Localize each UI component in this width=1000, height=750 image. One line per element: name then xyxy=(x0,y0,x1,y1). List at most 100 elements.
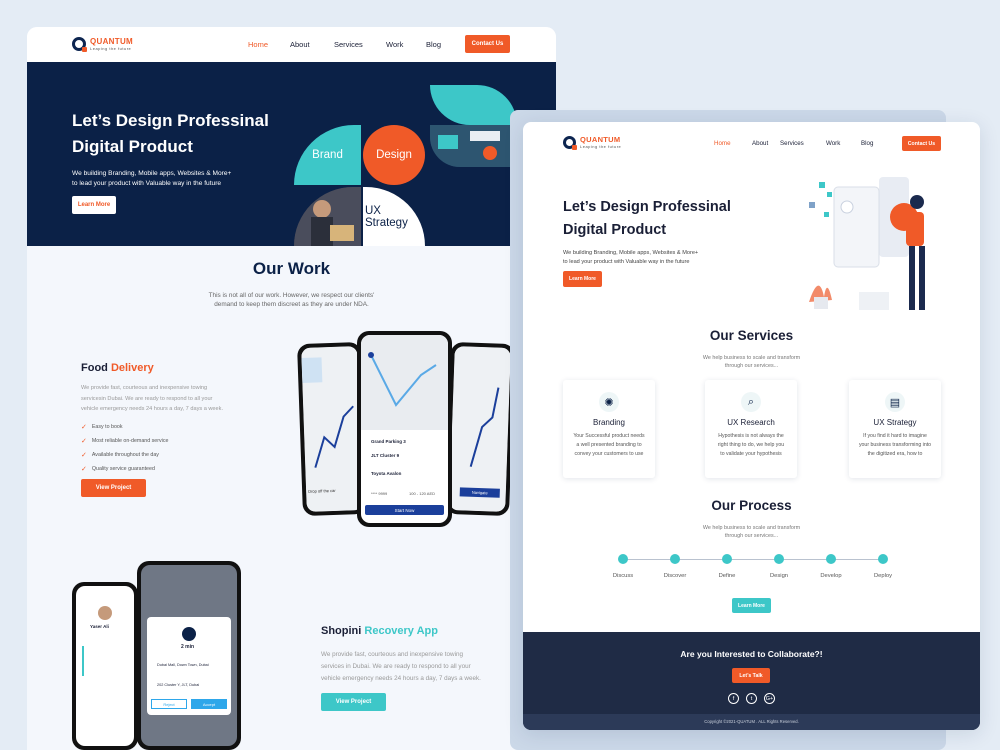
service-title: UX Strategy xyxy=(873,418,917,427)
contact-us-button[interactable]: Contact Us xyxy=(465,35,510,53)
check-icon: ✓ xyxy=(81,452,87,459)
menu-indicator xyxy=(82,646,86,676)
feature-label: Available throughout the day xyxy=(91,452,159,458)
process-step-label: Discover xyxy=(663,573,687,579)
hero-title-line: Digital Product xyxy=(563,222,667,238)
hero-title-line: Let’s Design Professinal xyxy=(563,199,731,215)
hero-title: Let’s Design Professinal Digital Product xyxy=(72,108,269,160)
tile-ux-strategy: UX Strategy xyxy=(363,187,425,246)
nav-home[interactable]: Home xyxy=(714,140,752,147)
feature-item: ✓ Easy to book xyxy=(81,423,168,431)
hero-description: We building Branding, Mobile apps, Websi… xyxy=(72,169,231,189)
process-step-label: Design xyxy=(769,573,789,579)
main-nav: Home About Services Work Blog xyxy=(248,40,461,49)
logo-mark-icon xyxy=(72,37,87,52)
service-description: If you find it hard to imagine your busin… xyxy=(849,432,941,459)
process-step-dot xyxy=(618,554,628,564)
landing-page-mockup-left: QUANTUM Leaping the future Home About Se… xyxy=(27,27,556,750)
nav-work[interactable]: Work xyxy=(386,40,426,49)
learn-more-button[interactable]: Learn More xyxy=(563,271,602,287)
brand-name: QUANTUM xyxy=(90,36,133,46)
food-delivery-features: ✓ Easy to book ✓ Most reliable on-demand s… xyxy=(81,423,168,479)
accept-button[interactable]: Accept xyxy=(191,699,227,709)
project-title-accent: Delivery xyxy=(110,362,154,374)
search-icon: ⌕ xyxy=(741,392,761,412)
truck-icon xyxy=(182,627,196,641)
hero-title-line: Digital Product xyxy=(72,137,193,156)
nav-blog[interactable]: Blog xyxy=(426,40,461,49)
footer-cta-title: Are you Interested to Collaborate?! xyxy=(680,649,823,659)
facebook-icon[interactable]: f xyxy=(728,693,739,704)
services-description-line: We help business to scale and transform xyxy=(702,355,801,361)
view-project-button[interactable]: View Project xyxy=(81,479,146,497)
nav-work[interactable]: Work xyxy=(826,140,861,147)
nav-home[interactable]: Home xyxy=(248,40,290,49)
brand-tagline: Leaping the future xyxy=(90,45,132,51)
our-services-title: Our Services xyxy=(709,328,794,343)
map-screen: Navigate xyxy=(449,346,511,512)
process-step-dot xyxy=(722,554,732,564)
service-description-line: a well presented branding to xyxy=(576,442,642,448)
bulb-icon: ✺ xyxy=(599,392,619,412)
reject-button[interactable]: Reject xyxy=(151,699,187,709)
service-description-line: Your Successful product needs xyxy=(573,433,645,439)
logo-mark-icon xyxy=(563,136,577,150)
project-description-line: services in Dubai. We are ready to respo… xyxy=(321,663,471,670)
navigate-button[interactable]: Navigate xyxy=(459,487,500,498)
service-description-line: right thing to do, we help you xyxy=(717,442,785,448)
service-card-ux-research[interactable]: ⌕ UX Research Hypothesis is not always t… xyxy=(705,380,797,478)
main-nav: Home About Services Work Blog xyxy=(714,140,891,147)
hero-illustration-icon xyxy=(809,177,925,310)
avatar xyxy=(98,606,112,620)
google-plus-icon[interactable]: G+ xyxy=(764,693,775,704)
work-description-line: demand to keep them discreet as they are… xyxy=(214,301,369,308)
view-project-button-recovery[interactable]: View Project xyxy=(321,693,386,711)
plate-number: **** 9999 xyxy=(371,491,388,496)
footer: Are you Interested to Collaborate?! Let’… xyxy=(523,632,980,730)
social-links: f t G+ xyxy=(728,693,775,704)
project-title-part: Shopini xyxy=(321,625,365,637)
tile-photo-woman xyxy=(294,187,361,246)
service-description: Hypothesis is not always the right thing … xyxy=(705,432,797,459)
twitter-icon[interactable]: t xyxy=(746,693,757,704)
nav-services[interactable]: Services xyxy=(780,140,826,147)
work-description-line: This is not all of our work. However, we… xyxy=(208,292,375,299)
landing-page-mockup-right: QUANTUM Leaping the future Home About Se… xyxy=(523,122,980,730)
start-now-button[interactable]: Start Now xyxy=(365,505,444,515)
tile-brand: Brand xyxy=(294,125,361,185)
place-3: Toyota Avalon xyxy=(371,471,402,476)
hero-description: We building Branding, Mobile apps, Websi… xyxy=(563,249,698,266)
tile-ux-label: UX xyxy=(365,204,381,217)
dropoff-label: Drop off the car xyxy=(308,487,336,494)
place-2: JLT Cluster 9 xyxy=(371,453,400,458)
process-step-label: Deploy xyxy=(873,573,893,579)
top-navbar: QUANTUM Leaping the future Home About Se… xyxy=(27,27,556,62)
nav-about[interactable]: About xyxy=(290,40,334,49)
brand-logo[interactable]: QUANTUM Leaping the future xyxy=(72,36,133,52)
hero-description-line: to lead your product with Valuable way i… xyxy=(72,180,222,187)
lets-talk-button[interactable]: Let’s Talk xyxy=(732,668,770,683)
process-description: We help business to scale and transform … xyxy=(523,524,980,540)
check-icon: ✓ xyxy=(81,438,87,445)
nav-blog[interactable]: Blog xyxy=(861,140,891,147)
learn-more-button[interactable]: Learn More xyxy=(72,196,116,214)
brand-tagline: Leaping the future xyxy=(580,143,622,149)
process-description-line: We help business to scale and transform xyxy=(702,525,801,531)
brand-logo[interactable]: QUANTUM Leaping the future xyxy=(563,136,622,150)
service-description-line: Hypothesis is not always the xyxy=(718,433,784,439)
contact-us-button[interactable]: Contact Us xyxy=(902,136,941,151)
nav-services[interactable]: Services xyxy=(334,40,386,49)
feature-item: ✓ Quality service guaranteed xyxy=(81,465,168,473)
process-step-dot xyxy=(774,554,784,564)
tile-desk-photo xyxy=(430,125,517,167)
service-description-line: your business transforming into xyxy=(858,442,932,448)
feature-label: Quality service guaranteed xyxy=(91,466,155,472)
service-title: Branding xyxy=(592,418,626,427)
service-description-line: If you find it hard to imagine xyxy=(863,433,927,439)
service-card-branding[interactable]: ✺ Branding Your Successful product needs… xyxy=(563,380,655,478)
service-card-ux-strategy[interactable]: ▤ UX Strategy If you find it hard to ima… xyxy=(849,380,941,478)
nav-about[interactable]: About xyxy=(752,140,780,147)
copyright: Copyright ©2021-QUATUM . ALL Rights Rese… xyxy=(523,714,980,730)
project-title-accent: Recovery App xyxy=(364,625,438,637)
process-learn-more-button[interactable]: Learn More xyxy=(732,598,771,613)
